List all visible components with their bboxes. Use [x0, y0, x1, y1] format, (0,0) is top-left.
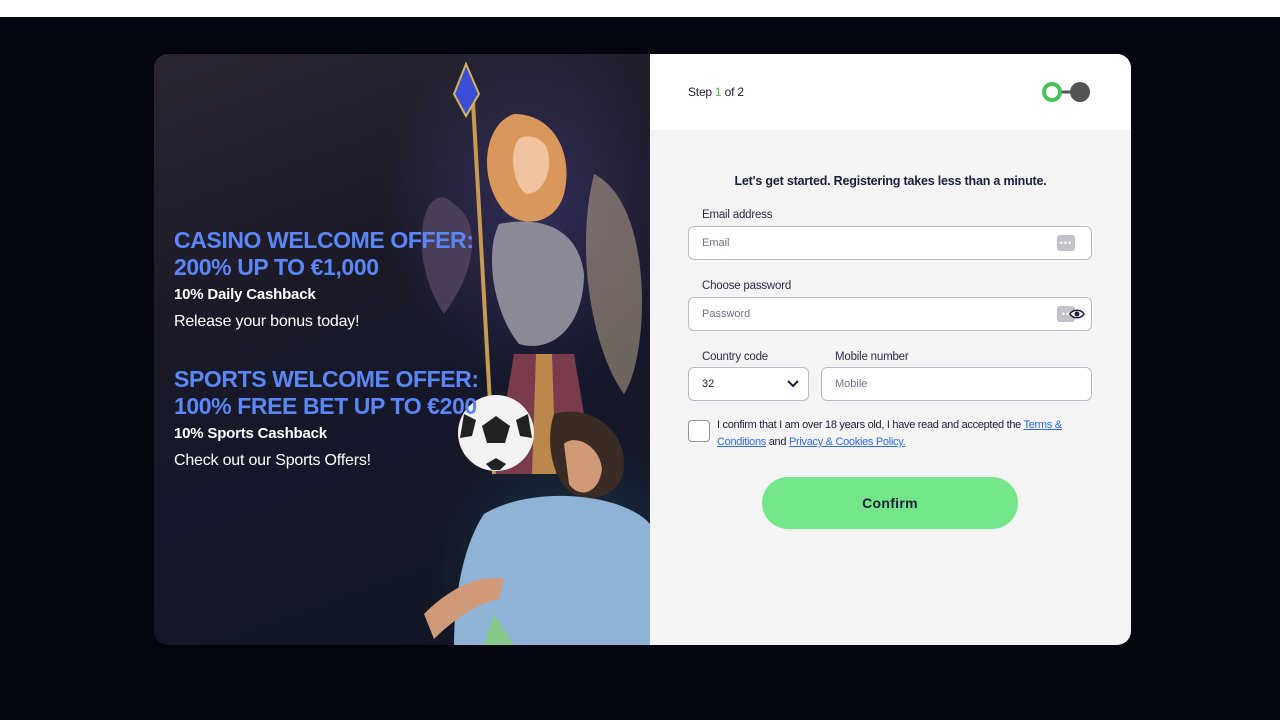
step-indicator: Step 1 of 2: [688, 85, 744, 99]
country-code-value: 32: [702, 378, 715, 390]
sports-offer-title-line1: SPORTS WELCOME OFFER:: [174, 366, 479, 392]
sports-offer-cta: Check out our Sports Offers!: [174, 452, 371, 469]
confirm-button[interactable]: Confirm: [762, 477, 1018, 529]
casino-offer: CASINO WELCOME OFFER: 200% UP TO €1,000 …: [174, 227, 474, 332]
step-progress-icon: [1042, 82, 1090, 102]
registration-form-panel: Step 1 of 2 Let's get started. Registeri…: [650, 54, 1131, 645]
sports-offer-title-line2: 100% FREE BET UP TO €200: [174, 393, 477, 419]
step-suffix: of 2: [721, 85, 744, 99]
mobile-number-input[interactable]: [821, 367, 1092, 401]
consent-and: and: [765, 436, 789, 448]
sports-cashback: 10% Sports Cashback: [174, 425, 327, 442]
age-terms-checkbox[interactable]: [688, 420, 710, 442]
consent-text: I confirm that I am over 18 years old, I…: [717, 417, 1067, 451]
casino-offer-title-line1: CASINO WELCOME OFFER:: [174, 227, 474, 253]
casino-offer-title-line2: 200% UP TO €1,000: [174, 254, 379, 280]
casino-cashback: 10% Daily Cashback: [174, 286, 316, 303]
promo-panel: CASINO WELCOME OFFER: 200% UP TO €1,000 …: [154, 54, 650, 645]
registration-modal: CASINO WELCOME OFFER: 200% UP TO €1,000 …: [154, 54, 1131, 645]
email-label: Email address: [702, 209, 773, 221]
password-label: Choose password: [702, 280, 792, 292]
form-intro: Let's get started. Registering takes les…: [734, 174, 1047, 188]
mobile-number-label: Mobile number: [835, 351, 909, 363]
promo-offers: CASINO WELCOME OFFER: 200% UP TO €1,000 …: [174, 227, 479, 471]
form-header: Step 1 of 2: [650, 54, 1131, 130]
step-prefix: Step: [688, 85, 716, 99]
password-input[interactable]: [688, 297, 1092, 331]
email-input[interactable]: [688, 226, 1092, 260]
sports-offer: SPORTS WELCOME OFFER: 100% FREE BET UP T…: [174, 366, 479, 471]
consent-statement: I confirm that I am over 18 years old, I…: [717, 419, 1024, 431]
show-password-eye-icon[interactable]: [1069, 306, 1085, 322]
autofill-icon[interactable]: •••: [1057, 235, 1075, 251]
chevron-down-icon: [787, 380, 799, 388]
privacy-policy-link[interactable]: Privacy & Cookies Policy.: [789, 436, 906, 448]
country-code-select[interactable]: 32: [688, 367, 809, 401]
country-code-label: Country code: [702, 351, 768, 363]
casino-offer-cta: Release your bonus today!: [174, 313, 360, 330]
